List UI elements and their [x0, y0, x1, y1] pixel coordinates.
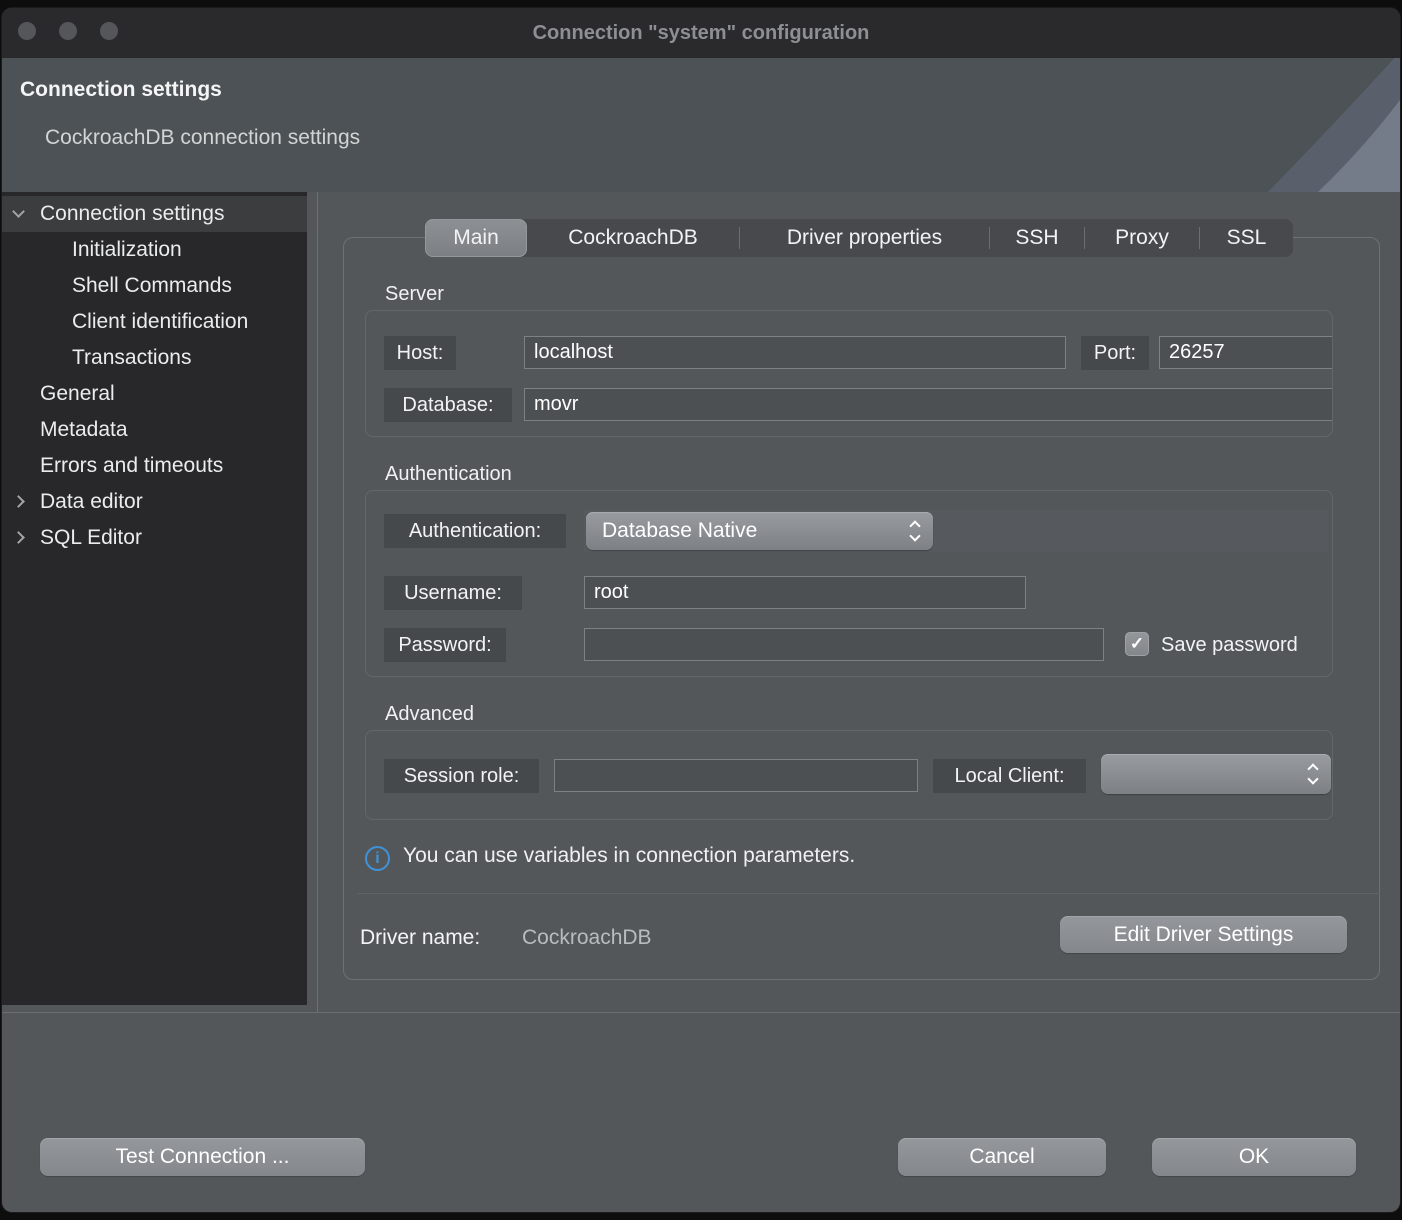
window-title: Connection "system" configuration — [2, 8, 1400, 58]
tab-cockroachdb[interactable]: CockroachDB — [527, 219, 739, 257]
password-input[interactable] — [584, 628, 1104, 661]
ok-button[interactable]: OK — [1152, 1138, 1356, 1176]
tab-driver-properties[interactable]: Driver properties — [740, 219, 989, 257]
local-client-label: Local Client: — [933, 759, 1086, 793]
authentication-label: Authentication: — [384, 514, 566, 548]
tab-ssl[interactable]: SSL — [1200, 219, 1293, 257]
database-input[interactable] — [524, 388, 1333, 421]
settings-tree: Connection settings Initialization Shell… — [2, 192, 307, 1005]
chevron-down-icon[interactable] — [12, 205, 25, 218]
dialog-header: Connection settings CockroachDB connecti… — [2, 58, 1400, 192]
sidebar-item-initialization[interactable]: Initialization — [2, 232, 307, 268]
footer-divider — [2, 1012, 1400, 1013]
save-password-checkbox[interactable]: ✓ — [1125, 632, 1149, 656]
authentication-dropdown[interactable]: Database Native — [586, 512, 933, 550]
authentication-group: Authentication: Database Native Username… — [365, 490, 1333, 677]
save-password-label: Save password — [1161, 628, 1298, 662]
session-role-label: Session role: — [384, 759, 539, 793]
server-group-label: Server — [385, 283, 444, 306]
host-label: Host: — [384, 336, 456, 370]
sidebar-item-errors-and-timeouts[interactable]: Errors and timeouts — [2, 448, 307, 484]
connection-tabs: Main CockroachDB Driver properties SSH P… — [425, 219, 1293, 257]
settings-sidebar: Connection settings Initialization Shell… — [2, 192, 318, 1012]
connection-config-dialog: Connection "system" configuration Connec… — [2, 8, 1400, 1212]
driver-separator — [357, 893, 1380, 894]
sidebar-item-sql-editor[interactable]: SQL Editor — [2, 520, 307, 556]
password-label: Password: — [384, 628, 506, 662]
session-role-input[interactable] — [554, 759, 918, 792]
authentication-group-label: Authentication — [385, 463, 512, 486]
sidebar-item-data-editor[interactable]: Data editor — [2, 484, 307, 520]
info-text: You can use variables in connection para… — [403, 844, 855, 868]
tab-ssh[interactable]: SSH — [990, 219, 1084, 257]
sidebar-item-transactions[interactable]: Transactions — [2, 340, 307, 376]
page-subtitle: CockroachDB connection settings — [45, 126, 360, 150]
driver-name-value: CockroachDB — [522, 926, 652, 950]
sidebar-item-client-identification[interactable]: Client identification — [2, 304, 307, 340]
info-icon: i — [365, 846, 390, 871]
tab-main[interactable]: Main — [425, 219, 527, 257]
chevron-right-icon[interactable] — [12, 495, 25, 508]
port-input[interactable] — [1159, 336, 1333, 369]
page-title: Connection settings — [20, 78, 222, 102]
tab-proxy[interactable]: Proxy — [1085, 219, 1199, 257]
driver-name-label: Driver name: — [360, 926, 480, 950]
database-label: Database: — [384, 388, 512, 422]
server-group: Host: Port: Database: — [365, 310, 1333, 437]
title-bar: Connection "system" configuration — [2, 8, 1400, 58]
username-input[interactable] — [584, 576, 1026, 609]
sidebar-item-connection-settings[interactable]: Connection settings — [2, 196, 307, 232]
header-decoration — [1210, 58, 1400, 192]
test-connection-button[interactable]: Test Connection ... — [40, 1138, 365, 1176]
host-input[interactable] — [524, 336, 1066, 369]
popup-chevrons-icon — [1307, 764, 1319, 784]
local-client-dropdown[interactable] — [1101, 754, 1331, 794]
advanced-group-label: Advanced — [385, 703, 474, 726]
username-label: Username: — [384, 576, 522, 610]
advanced-group: Session role: Local Client: — [365, 730, 1333, 820]
port-label: Port: — [1081, 336, 1149, 370]
sidebar-item-shell-commands[interactable]: Shell Commands — [2, 268, 307, 304]
sidebar-item-general[interactable]: General — [2, 376, 307, 412]
cancel-button[interactable]: Cancel — [898, 1138, 1106, 1176]
edit-driver-settings-button[interactable]: Edit Driver Settings — [1060, 916, 1347, 953]
sidebar-item-metadata[interactable]: Metadata — [2, 412, 307, 448]
popup-chevrons-icon — [909, 521, 921, 541]
chevron-right-icon[interactable] — [12, 531, 25, 544]
